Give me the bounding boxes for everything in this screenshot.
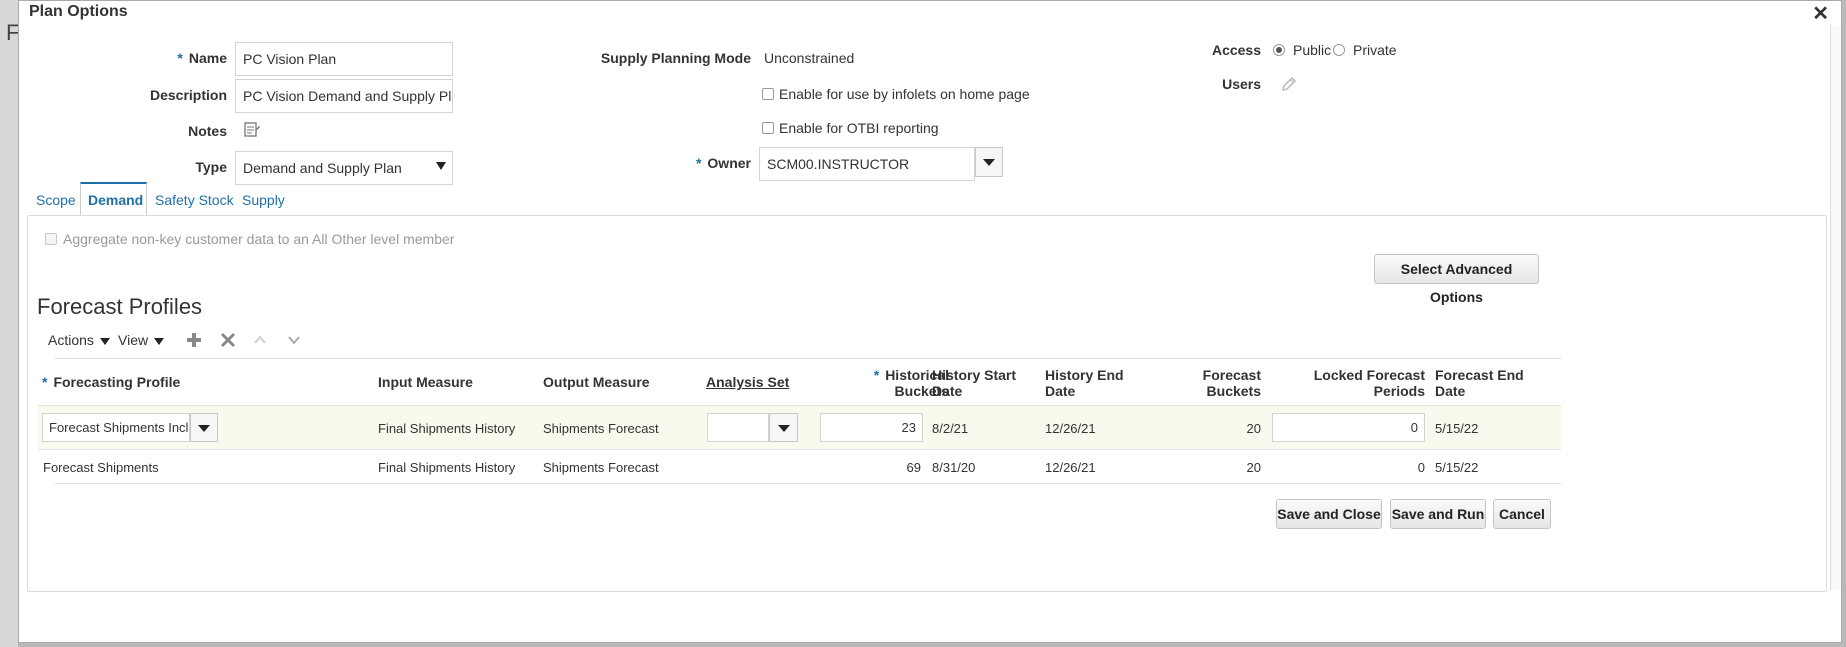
column-header-analysis-set[interactable]: Analysis Set <box>706 374 789 390</box>
supply-mode-value: Unconstrained <box>764 50 855 66</box>
access-private-label: Private <box>1353 42 1397 58</box>
owner-input[interactable]: SCM00.INSTRUCTOR <box>759 147 975 181</box>
dialog-scrollbar[interactable] <box>1830 25 1841 590</box>
infolets-label: Enable for use by infolets on home page <box>779 86 1030 102</box>
column-header-history-end-date[interactable]: History End Date <box>1045 367 1124 399</box>
delete-icon[interactable] <box>220 332 236 348</box>
move-up-icon[interactable] <box>253 333 267 347</box>
forecasting-profile-dropdown-button[interactable] <box>190 413 218 442</box>
type-select[interactable]: Demand and Supply Plan <box>235 151 453 185</box>
add-icon[interactable] <box>186 332 202 348</box>
notes-icon[interactable] <box>244 122 260 138</box>
input-measure-cell: Final Shipments History <box>378 460 516 475</box>
dialog-title: Plan Options <box>29 3 128 20</box>
column-header-forecast-buckets[interactable]: Forecast Buckets <box>1159 367 1261 399</box>
tab-scope[interactable]: Scope <box>36 192 76 208</box>
analysis-set-dropdown-button[interactable] <box>769 413 798 442</box>
column-header-history-start-date[interactable]: History Start Date <box>932 367 1016 399</box>
users-label: Users <box>1222 76 1261 92</box>
historical-buckets-cell: 69 <box>906 460 921 475</box>
output-measure-cell: Shipments Forecast <box>543 460 659 475</box>
column-header-forecast-end-date[interactable]: Forecast End Date <box>1435 367 1524 399</box>
forecast-buckets-cell: 20 <box>1246 460 1261 475</box>
table-bottom-border <box>55 483 1561 484</box>
plan-options-dialog: Plan Options ✕ * Name PC Vision Plan Desc… <box>18 0 1842 643</box>
actions-menu[interactable]: Actions <box>48 332 110 348</box>
forecast-end-date-cell: 5/15/22 <box>1435 460 1479 475</box>
type-select-value: Demand and Supply Plan <box>243 160 402 176</box>
description-label: Description <box>149 87 227 103</box>
tab-demand[interactable]: Demand <box>88 192 143 208</box>
description-input[interactable]: PC Vision Demand and Supply Plan <box>235 79 453 113</box>
aggregate-checkbox[interactable] <box>45 233 57 245</box>
edit-pencil-icon[interactable] <box>1281 76 1297 92</box>
history-start-date-cell: 8/2/21 <box>932 421 969 436</box>
locked-forecast-periods-input[interactable]: 0 <box>1272 413 1425 442</box>
select-advanced-options-button[interactable]: Select Advanced Options <box>1374 254 1539 305</box>
cancel-button[interactable]: Cancel <box>1493 499 1551 529</box>
name-input[interactable]: PC Vision Plan <box>235 42 453 76</box>
demand-tab-panel <box>27 215 1827 592</box>
otbi-checkbox[interactable] <box>762 122 774 134</box>
view-menu[interactable]: View <box>118 332 165 348</box>
access-public-label: Public <box>1293 42 1332 58</box>
column-header-historical-buckets[interactable]: * Historical Buckets <box>829 367 949 399</box>
access-public-radio[interactable] <box>1273 44 1285 56</box>
move-down-icon[interactable] <box>287 333 301 347</box>
column-header-input-measure[interactable]: Input Measure <box>378 374 473 390</box>
chevron-down-icon <box>436 162 446 170</box>
save-and-run-button[interactable]: Save and Run <box>1390 499 1486 529</box>
infolets-checkbox[interactable] <box>762 88 774 100</box>
historical-buckets-input[interactable]: 23 <box>820 413 923 442</box>
supply-mode-label: Supply Planning Mode <box>600 50 751 66</box>
chevron-down-icon <box>154 337 165 345</box>
otbi-label: Enable for OTBI reporting <box>779 120 939 136</box>
save-and-close-button[interactable]: Save and Close <box>1276 499 1382 529</box>
background-window: F <box>0 0 19 647</box>
close-icon[interactable]: ✕ <box>1812 1 1829 26</box>
forecast-buckets-cell: 20 <box>1246 421 1261 436</box>
forecasting-profile-cell[interactable]: Forecast Shipments <box>43 460 159 475</box>
locked-forecast-periods-cell: 0 <box>1417 460 1425 475</box>
table-header-top-border <box>55 358 1561 359</box>
access-private-radio[interactable] <box>1333 44 1345 56</box>
tab-supply[interactable]: Supply <box>242 192 285 208</box>
aggregate-label: Aggregate non-key customer data to an Al… <box>63 231 455 247</box>
history-start-date-cell: 8/31/20 <box>932 460 976 475</box>
column-header-locked-forecast-periods[interactable]: Locked Forecast Periods <box>1289 367 1425 399</box>
history-end-date-cell: 12/26/21 <box>1045 460 1096 475</box>
type-label: Type <box>195 159 227 175</box>
forecast-profiles-title: Forecast Profiles <box>37 294 203 319</box>
column-header-forecasting-profile[interactable]: * Forecasting Profile <box>42 374 180 390</box>
chevron-down-icon <box>99 337 110 345</box>
forecasting-profile-input[interactable]: Forecast Shipments Includ <box>42 413 190 442</box>
owner-label: * Owner <box>695 155 751 171</box>
analysis-set-input[interactable] <box>707 413 769 442</box>
access-label: Access <box>1211 42 1261 58</box>
history-end-date-cell: 12/26/21 <box>1045 421 1096 436</box>
tab-safety-stock[interactable]: Safety Stock <box>155 192 234 208</box>
name-label: * Name <box>177 50 227 66</box>
owner-dropdown-button[interactable] <box>975 147 1003 177</box>
forecast-end-date-cell: 5/15/22 <box>1435 421 1479 436</box>
input-measure-cell: Final Shipments History <box>378 421 516 436</box>
column-header-output-measure[interactable]: Output Measure <box>543 374 650 390</box>
notes-label: Notes <box>188 123 227 139</box>
output-measure-cell: Shipments Forecast <box>543 421 659 436</box>
